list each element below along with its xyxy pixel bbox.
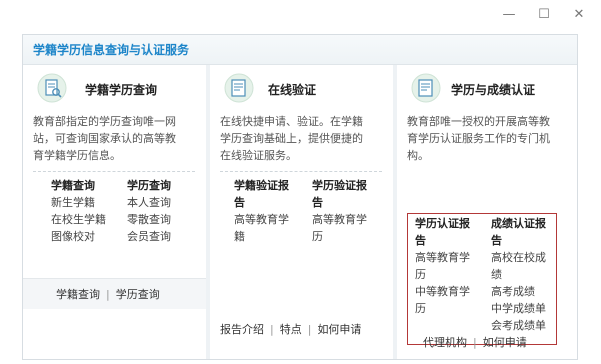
dashed-separator (33, 171, 195, 172)
link-line: 高校在校成 (491, 251, 546, 264)
heading-line: 成绩认证报 (491, 217, 546, 230)
service-panel: 学籍学历信息查询与认证服务 学籍学历查询 教育部指定的学历查询唯一网 站，可查询… (22, 34, 578, 360)
query-links: 学籍查询 新生学籍 在校生学籍 图像校对 学历查询 本人查询 零散查询 会员查询 (51, 177, 201, 257)
service-description: 教育部指定的学历查询唯一网 站，可查询国家承认的高等教 育学籍学历信息。 (33, 113, 199, 164)
certification-links: 学历认证报 告 高等教育学 历 中等教育学 历 成绩认证报 告 高校在校成 绩 … (415, 215, 555, 345)
heading-line: 学历认证报 (415, 217, 470, 230)
heading-enrollment-query: 学籍查询 (51, 179, 95, 192)
service-title: 在线验证 (268, 83, 317, 97)
desc-line: 学历查询基础上，提供便捷的 (220, 132, 363, 145)
footer-link-how-to-apply[interactable]: 如何申请 (483, 336, 527, 349)
service-card-online-verification: 在线验证 在线快捷申请、验证。在学籍 学历查询基础上，提供便捷的 在线验证服务。… (210, 65, 393, 359)
service-title: 学籍学历查询 (85, 83, 158, 97)
heading-degree-report: 学历验证报 告 (312, 177, 367, 211)
link-new-student-enrollment[interactable]: 新生学籍 (51, 194, 106, 211)
certificate-icon (411, 73, 441, 103)
desc-line: 教育部唯一授权的开展高等教 (407, 115, 550, 128)
document-search-icon (37, 73, 67, 103)
footer-link-agencies[interactable]: 代理机构 (423, 336, 467, 349)
service-card-enrollment-query: 学籍学历查询 教育部指定的学历查询唯一网 站，可查询国家承认的高等教 育学籍学历… (23, 65, 206, 359)
link-higher-ed-degree-cert[interactable]: 高等教育学 历 (415, 249, 470, 283)
desc-line: 在线验证服务。 (220, 149, 297, 162)
footer-link-enrollment-query[interactable]: 学籍查询 (56, 288, 100, 301)
link-exam-transcript[interactable]: 会考成绩单 (491, 317, 546, 334)
desc-line: 育学籍学历信息。 (33, 149, 121, 162)
link-line: 历 (415, 302, 426, 315)
link-higher-ed-enrollment[interactable]: 高等教育学 籍 (234, 211, 289, 245)
link-highschool-transcript[interactable]: 中学成绩单 (491, 300, 546, 317)
link-higher-ed-degree[interactable]: 高等教育学 历 (312, 211, 367, 245)
window-titlebar: — ☐ ✕ (0, 0, 601, 30)
desc-line: 在线快捷申请、验证。在学籍 (220, 115, 363, 128)
certificate-icon (224, 73, 254, 103)
panel-title: 学籍学历信息查询与认证服务 (33, 43, 190, 57)
desc-line: 站，可查询国家承认的高等教 (33, 132, 176, 145)
link-line: 籍 (234, 230, 245, 243)
heading-line: 告 (491, 234, 502, 247)
service-description: 在线快捷申请、验证。在学籍 学历查询基础上，提供便捷的 在线验证服务。 (220, 113, 386, 164)
desc-line: 构。 (407, 149, 429, 162)
heading-line: 告 (415, 234, 426, 247)
link-line: 高等教育学 (415, 251, 470, 264)
heading-enrollment-report: 学籍验证报 告 (234, 177, 289, 211)
link-line: 高等教育学 (312, 213, 367, 226)
panel-header: 学籍学历信息查询与认证服务 (23, 35, 577, 65)
footer-link-report-intro[interactable]: 报告介绍 (220, 323, 264, 336)
link-gaokao-scores[interactable]: 高考成绩 (491, 283, 546, 300)
footer-links: 代理机构 | 如何申请 (423, 336, 527, 349)
footer-links: 学籍查询 | 学历查询 (56, 288, 160, 301)
link-line: 高等教育学 (234, 213, 289, 226)
service-card-degree-certification: 学历与成绩认证 教育部唯一授权的开展高等教 育学历认证服务工作的专门机 构。 学… (397, 65, 577, 359)
link-line: 历 (312, 230, 323, 243)
link-casual-query[interactable]: 零散查询 (127, 211, 171, 228)
minimize-icon[interactable]: — (500, 6, 518, 24)
heading-grades-cert-report: 成绩认证报 告 (491, 215, 546, 249)
heading-degree-query: 学历查询 (127, 179, 171, 192)
link-secondary-ed-degree-cert[interactable]: 中等教育学 历 (415, 283, 470, 317)
footer-link-degree-query[interactable]: 学历查询 (116, 288, 160, 301)
link-line: 绩 (491, 268, 502, 281)
link-line: 中等教育学 (415, 285, 470, 298)
dashed-separator (220, 171, 382, 172)
link-member-query[interactable]: 会员查询 (127, 228, 171, 245)
service-description: 教育部唯一授权的开展高等教 育学历认证服务工作的专门机 构。 (407, 113, 573, 164)
link-image-verification[interactable]: 图像校对 (51, 228, 106, 245)
footer-link-features[interactable]: 特点 (280, 323, 302, 336)
link-line: 历 (415, 268, 426, 281)
close-icon[interactable]: ✕ (570, 6, 588, 24)
verification-links: 学籍验证报 告 高等教育学 籍 学历验证报 告 高等教育学 历 (234, 177, 384, 257)
footer-link-how-to-apply[interactable]: 如何申请 (317, 323, 361, 336)
heading-degree-cert-report: 学历认证报 告 (415, 215, 470, 249)
link-self-query[interactable]: 本人查询 (127, 194, 171, 211)
heading-line: 学籍验证报 (234, 179, 289, 192)
heading-line: 学历验证报 (312, 179, 367, 192)
desc-line: 教育部指定的学历查询唯一网 (33, 115, 176, 128)
footer-links: 报告介绍 | 特点 | 如何申请 (220, 323, 362, 336)
link-college-grades[interactable]: 高校在校成 绩 (491, 249, 546, 283)
service-title: 学历与成绩认证 (451, 83, 536, 97)
heading-line: 告 (234, 196, 245, 209)
link-current-student-enrollment[interactable]: 在校生学籍 (51, 211, 106, 228)
desc-line: 育学历认证服务工作的专门机 (407, 132, 550, 145)
heading-line: 告 (312, 196, 323, 209)
maximize-icon[interactable]: ☐ (535, 6, 553, 24)
